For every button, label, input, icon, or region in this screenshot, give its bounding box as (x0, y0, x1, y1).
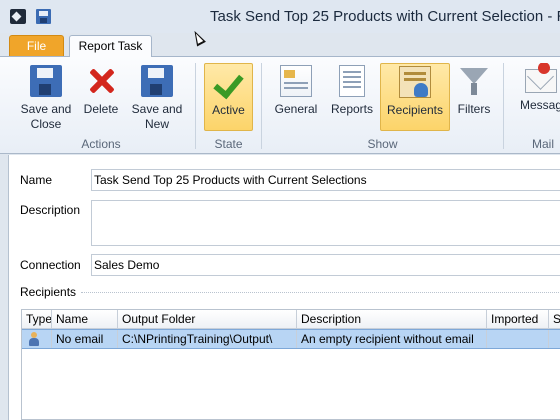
save-and-close-label: Save and Close (20, 102, 72, 131)
description-cell: An empty recipient without email (297, 330, 487, 348)
group-label-actions: Actions (81, 137, 121, 151)
column-header-description[interactable]: Description (297, 310, 487, 329)
output-folder-cell: C:\NPrintingTraining\Output\ (118, 330, 297, 348)
recipients-label: Recipients (386, 103, 444, 117)
description-field[interactable] (91, 200, 560, 246)
recipient-icon (28, 332, 40, 346)
message-button[interactable]: Messag (516, 63, 560, 131)
save-and-close-button[interactable]: Save and Close (14, 63, 78, 131)
connection-field[interactable]: Sales Demo (91, 254, 560, 276)
save-and-new-button[interactable]: Save and New (126, 63, 188, 131)
tab-report-task[interactable]: Report Task (69, 35, 152, 57)
group-label-show: Show (367, 137, 398, 151)
filters-button[interactable]: Filters (453, 63, 495, 131)
connection-label: Connection (20, 258, 81, 272)
active-label: Active (212, 103, 245, 117)
quick-save-icon[interactable] (36, 9, 51, 24)
window-title: Task Send Top 25 Products with Current S… (210, 8, 560, 25)
column-header-name[interactable]: Name (52, 310, 118, 329)
recipients-grid: Type Name Output Folder Description Impo… (21, 309, 560, 420)
envelope-icon (525, 63, 557, 93)
message-label: Messag (519, 98, 560, 112)
grid-header: Type Name Output Folder Description Impo… (22, 310, 560, 329)
column-header-output-folder[interactable]: Output Folder (118, 310, 297, 329)
recipients-icon (399, 66, 431, 98)
name-cell: No email (52, 330, 118, 348)
name-field[interactable]: Task Send Top 25 Products with Current S… (91, 169, 560, 191)
save-close-icon (30, 65, 62, 97)
tab-file[interactable]: File (9, 35, 64, 56)
status-cell (549, 330, 560, 348)
group-separator (195, 63, 196, 149)
recipients-button[interactable]: Recipients (380, 63, 450, 131)
column-header-imported[interactable]: Imported (487, 310, 549, 329)
ribbon: Save and Close Delete Save and New Actio… (0, 56, 560, 154)
group-separator (261, 63, 262, 149)
app-logo-icon[interactable] (10, 9, 26, 24)
save-and-new-label: Save and New (131, 102, 183, 131)
general-label: General (274, 102, 318, 116)
recipients-section-label: Recipients (20, 285, 77, 299)
delete-label: Delete (83, 102, 119, 116)
reports-label: Reports (330, 102, 374, 116)
delete-button[interactable]: Delete (80, 63, 122, 131)
reports-icon (339, 65, 365, 97)
group-separator (503, 63, 504, 149)
column-header-type[interactable]: Type (22, 310, 52, 329)
task-form: Name Task Send Top 25 Products with Curr… (8, 155, 560, 420)
column-header-status[interactable]: St (549, 310, 560, 329)
general-button[interactable]: General (270, 63, 322, 131)
type-cell (22, 330, 52, 348)
save-new-icon (141, 65, 173, 97)
description-label: Description (20, 203, 81, 217)
section-divider (81, 292, 560, 293)
name-label: Name (20, 173, 53, 187)
active-toggle-button[interactable]: Active (204, 63, 253, 131)
general-icon (280, 65, 312, 97)
reports-button[interactable]: Reports (327, 63, 377, 131)
filters-label: Filters (457, 102, 491, 116)
checkmark-icon (213, 66, 245, 98)
funnel-icon (458, 65, 490, 97)
group-label-mail: Mail (531, 137, 554, 151)
table-row[interactable]: No email C:\NPrintingTraining\Output\ An… (22, 329, 560, 349)
group-label-state: State (214, 137, 243, 151)
title-bar: Task Send Top 25 Products with Current S… (0, 0, 560, 33)
delete-icon (85, 65, 117, 97)
imported-cell (487, 330, 549, 348)
